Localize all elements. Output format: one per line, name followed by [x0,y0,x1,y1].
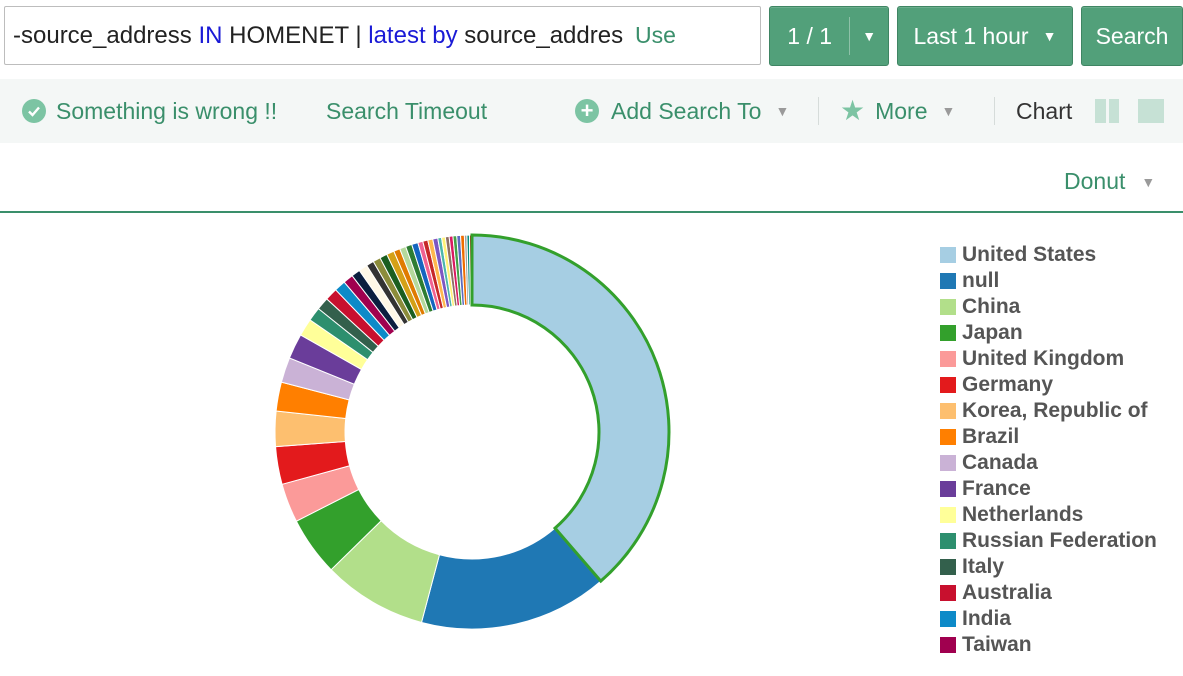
legend-label: Netherlands [962,503,1084,526]
legend-swatch [940,507,956,523]
chevron-down-icon: ▼ [775,103,790,119]
legend-label: null [962,269,1000,292]
legend-item[interactable]: Netherlands [940,502,1157,528]
legend-item[interactable]: Brazil [940,424,1157,450]
legend-item[interactable]: France [940,476,1157,502]
legend-item[interactable]: Italy [940,554,1157,580]
legend-item[interactable]: Japan [940,320,1157,346]
chart-label: Chart [1016,98,1072,125]
chart-type-label: Donut [1064,168,1126,194]
legend-item[interactable]: China [940,294,1157,320]
legend-swatch [940,351,956,367]
legend-item[interactable]: Russian Federation [940,528,1157,554]
donut-slice-united-states[interactable] [471,234,670,582]
full-layout-icon[interactable] [1138,99,1164,123]
chevron-down-icon: ▼ [1141,173,1156,190]
legend-swatch [940,403,956,419]
chart-label-text: Chart [1016,97,1073,124]
more-label: More [875,97,928,124]
split-layout-icon[interactable] [1095,99,1119,123]
query-input[interactable]: -source_address IN HOMENET | latest by s… [4,6,761,65]
legend-swatch [940,299,956,315]
legend-swatch [940,585,956,601]
time-range-label: Last 1 hour [913,22,1029,49]
query-token: -source_address [13,21,199,49]
legend-item[interactable]: United States [940,242,1157,268]
search-timeout-link[interactable]: Search Timeout [326,98,487,125]
status-indicator[interactable]: Something is wrong !! [22,98,277,125]
plus-circle-icon: + [575,99,599,123]
legend-item[interactable]: United Kingdom [940,346,1157,372]
legend-label: India [962,607,1012,630]
use-link[interactable]: Use [635,22,676,49]
results-toolbar: Something is wrong !! Search Timeout + A… [0,79,1183,143]
legend-label: Japan [962,321,1023,344]
legend-swatch [940,533,956,549]
query-text[interactable]: -source_address IN HOMENET | latest by s… [13,22,623,50]
legend-item[interactable]: India [940,606,1157,632]
page-indicator: 1 / 1 [787,22,833,49]
legend-item[interactable]: Taiwan [940,632,1157,658]
legend-label: United States [962,243,1097,266]
legend-swatch [940,455,956,471]
toolbar-divider [818,97,819,125]
legend-label: Italy [962,555,1005,578]
legend-label: Canada [962,451,1038,474]
more-menu[interactable]: ★ More ▼ [840,95,956,126]
legend-swatch [940,377,956,393]
chart-legend: United States null China Japan United Kingdo… [940,242,1157,658]
query-keyword-in: IN [198,21,223,49]
legend-label: Taiwan [962,633,1032,656]
search-button[interactable]: Search [1081,6,1183,66]
star-icon: ★ [840,95,866,126]
query-token: HOMENET | [222,21,369,49]
legend-label: China [962,295,1021,318]
legend-item[interactable]: Australia [940,580,1157,606]
legend-item[interactable]: Canada [940,450,1157,476]
legend-swatch [940,273,956,289]
time-range-button[interactable]: Last 1 hour ▼ [897,6,1073,66]
query-keyword-latest-by: latest by [368,21,458,49]
legend-item[interactable]: Germany [940,372,1157,398]
legend-item[interactable]: Korea, Republic of [940,398,1157,424]
legend-label: France [962,477,1031,500]
add-search-to-label: Add Search To [611,97,762,124]
legend-swatch [940,247,956,263]
legend-swatch [940,611,956,627]
chevron-down-icon: ▼ [1042,28,1057,44]
donut-chart [274,233,671,630]
legend-label: Australia [962,581,1052,604]
legend-swatch [940,325,956,341]
check-circle-icon [22,99,46,123]
add-search-to-menu[interactable]: + Add Search To ▼ [575,98,789,125]
page-selector-button[interactable]: 1 / 1 ▼ [769,6,889,66]
legend-label: Germany [962,373,1054,396]
legend-swatch [940,637,956,653]
legend-swatch [940,559,956,575]
toolbar-divider [994,97,995,125]
legend-label: Korea, Republic of [962,399,1148,422]
query-token: source_address [457,21,623,49]
legend-label: Brazil [962,425,1020,448]
legend-label: United Kingdom [962,347,1125,370]
chart-type-dropdown[interactable]: Donut ▼ [1064,168,1155,195]
legend-label: Russian Federation [962,529,1157,552]
chevron-down-icon[interactable]: ▼ [850,28,888,44]
chevron-down-icon: ▼ [941,103,956,119]
legend-swatch [940,429,956,445]
legend-swatch [940,481,956,497]
legend-item[interactable]: null [940,268,1157,294]
search-timeout-label: Search Timeout [326,97,488,124]
status-text: Something is wrong !! [56,97,278,124]
